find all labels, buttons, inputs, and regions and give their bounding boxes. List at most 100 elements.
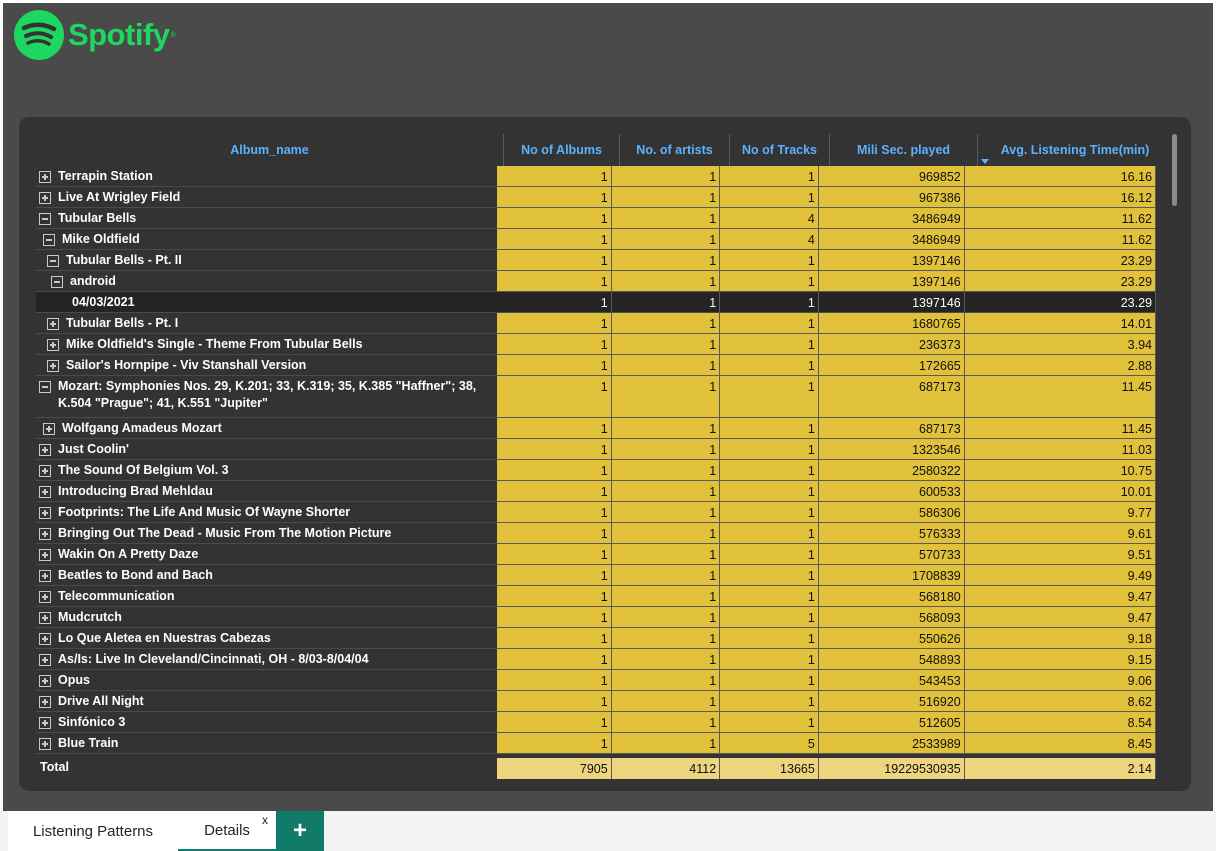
collapse-icon[interactable]	[47, 255, 59, 267]
expand-icon[interactable]	[39, 507, 51, 519]
sort-descending-icon[interactable]	[981, 159, 989, 164]
report-canvas: Spotify ® Album_name No of Albums No. of…	[3, 3, 1213, 811]
expand-icon[interactable]	[39, 654, 51, 666]
row-label-text: Mudcrutch	[58, 610, 122, 624]
ms-played-cell: 969852	[818, 166, 965, 187]
table-row[interactable]: The Sound Of Belgium Vol. 3 1 1 1 2580322 10.…	[36, 460, 1156, 481]
table-row[interactable]: Sailor's Hornpipe - Viv Stanshall Versio…	[36, 355, 1156, 376]
expand-icon[interactable]	[39, 738, 51, 750]
table-row[interactable]: As/Is: Live In Cleveland/Cincinnati, OH …	[36, 649, 1156, 670]
avg-listening-cell: 9.61	[964, 523, 1156, 544]
table-row[interactable]: Tubular Bells 1 1 4 3486949 11.62	[36, 208, 1156, 229]
tab-listening-patterns[interactable]: Listening Patterns	[8, 811, 178, 851]
table-row[interactable]: Beatles to Bond and Bach 1 1 1 1708839 9.49	[36, 565, 1156, 586]
table-row[interactable]: Wolfgang Amadeus Mozart 1 1 1 687173 11.45	[36, 418, 1156, 439]
avg-listening-cell: 9.06	[964, 670, 1156, 691]
collapse-icon[interactable]	[39, 213, 51, 225]
artists-cell: 1	[611, 691, 721, 712]
expand-icon[interactable]	[39, 633, 51, 645]
collapse-icon[interactable]	[51, 276, 63, 288]
table-row[interactable]: Opus 1 1 1 543453 9.06	[36, 670, 1156, 691]
albums-cell: 1	[497, 628, 612, 649]
expand-icon[interactable]	[39, 591, 51, 603]
table-row[interactable]: Sinfónico 3 1 1 1 512605 8.54	[36, 712, 1156, 733]
add-page-button[interactable]: +	[276, 811, 324, 851]
tracks-cell: 1	[720, 292, 819, 313]
ms-played-cell: 586306	[818, 502, 965, 523]
table-row[interactable]: Tubular Bells - Pt. II 1 1 1 1397146 23.29	[36, 250, 1156, 271]
expand-icon[interactable]	[39, 444, 51, 456]
table-row[interactable]: Live At Wrigley Field 1 1 1 967386 16.12	[36, 187, 1156, 208]
avg-listening-cell: 11.62	[964, 208, 1156, 229]
expand-icon[interactable]	[39, 171, 51, 183]
expand-icon[interactable]	[47, 318, 59, 330]
albums-cell: 1	[497, 481, 612, 502]
table-row[interactable]: Introducing Brad Mehldau 1 1 1 600533 10.01	[36, 481, 1156, 502]
table-row[interactable]: Drive All Night 1 1 1 516920 8.62	[36, 691, 1156, 712]
albums-cell: 1	[497, 250, 612, 271]
avg-listening-cell: 9.15	[964, 649, 1156, 670]
row-label: Bringing Out The Dead - Music From The M…	[36, 523, 498, 544]
table-row[interactable]: Mudcrutch 1 1 1 568093 9.47	[36, 607, 1156, 628]
table-row[interactable]: Terrapin Station 1 1 1 969852 16.16	[36, 166, 1156, 187]
table-row[interactable]: Mike Oldfield's Single - Theme From Tubu…	[36, 334, 1156, 355]
table-row[interactable]: Mozart: Symphonies Nos. 29, K.201; 33, K…	[36, 376, 1156, 418]
column-header-mili-sec-played[interactable]: Mili Sec. played	[830, 134, 977, 166]
table-row[interactable]: Just Coolin' 1 1 1 1323546 11.03	[36, 439, 1156, 460]
row-label: Live At Wrigley Field	[36, 187, 498, 208]
expand-icon[interactable]	[39, 696, 51, 708]
artists-cell: 1	[611, 355, 721, 376]
expand-icon[interactable]	[39, 570, 51, 582]
table-row[interactable]: android 1 1 1 1397146 23.29	[36, 271, 1156, 292]
page-tabs-bar: Listening Patterns Details x +	[0, 811, 1216, 851]
ms-played-cell: 236373	[818, 334, 965, 355]
tracks-cell: 1	[720, 628, 819, 649]
column-header-album-name[interactable]: Album_name	[36, 134, 503, 166]
expand-icon[interactable]	[39, 486, 51, 498]
collapse-icon[interactable]	[39, 381, 51, 393]
expand-icon[interactable]	[47, 339, 59, 351]
vertical-scrollbar[interactable]	[1172, 134, 1177, 774]
tracks-cell: 1	[720, 586, 819, 607]
tracks-cell: 1	[720, 649, 819, 670]
ms-played-cell: 570733	[818, 544, 965, 565]
expand-icon[interactable]	[47, 360, 59, 372]
scrollbar-thumb[interactable]	[1172, 134, 1177, 206]
close-icon[interactable]: x	[262, 813, 268, 827]
table-row[interactable]: Tubular Bells - Pt. I 1 1 1 1680765 14.01	[36, 313, 1156, 334]
table-row[interactable]: Bringing Out The Dead - Music From The M…	[36, 523, 1156, 544]
table-row[interactable]: 04/03/2021 1 1 1 1397146 23.29	[36, 292, 1156, 313]
expand-icon[interactable]	[39, 528, 51, 540]
artists-cell: 1	[611, 628, 721, 649]
albums-cell: 1	[497, 649, 612, 670]
expand-icon[interactable]	[43, 423, 55, 435]
collapse-icon[interactable]	[43, 234, 55, 246]
table-row[interactable]: Footprints: The Life And Music Of Wayne …	[36, 502, 1156, 523]
table-row[interactable]: Lo Que Aletea en Nuestras Cabezas 1 1 1 5506…	[36, 628, 1156, 649]
total-albums: 7905	[497, 758, 612, 779]
tab-details[interactable]: Details x	[178, 811, 276, 851]
table-row[interactable]: Wakin On A Pretty Daze 1 1 1 570733 9.51	[36, 544, 1156, 565]
expand-icon[interactable]	[39, 717, 51, 729]
avg-listening-cell: 10.01	[964, 481, 1156, 502]
table-row[interactable]: Blue Train 1 1 5 2533989 8.45	[36, 733, 1156, 754]
table-row[interactable]: Telecommunication 1 1 1 568180 9.47	[36, 586, 1156, 607]
column-header-avg-listening-time[interactable]: Avg. Listening Time(min)	[978, 134, 1172, 166]
column-header-no-of-albums[interactable]: No of Albums	[504, 134, 619, 166]
expand-icon[interactable]	[39, 549, 51, 561]
ms-played-cell: 687173	[818, 418, 965, 439]
column-header-no-of-tracks[interactable]: No of Tracks	[730, 134, 829, 166]
expand-icon[interactable]	[39, 465, 51, 477]
total-ms-played: 19229530935	[818, 758, 965, 779]
matrix-rows: Terrapin Station 1 1 1 969852 16.16 Live At Wr…	[36, 166, 1156, 758]
expand-icon[interactable]	[39, 192, 51, 204]
row-label: android	[36, 271, 498, 292]
tracks-cell: 1	[720, 481, 819, 502]
column-header-no-of-artists[interactable]: No. of artists	[620, 134, 729, 166]
matrix-visual[interactable]: Album_name No of Albums No. of artists N…	[19, 117, 1191, 791]
table-row[interactable]: Mike Oldfield 1 1 4 3486949 11.62	[36, 229, 1156, 250]
ms-played-cell: 3486949	[818, 229, 965, 250]
artists-cell: 1	[611, 229, 721, 250]
expand-icon[interactable]	[39, 675, 51, 687]
expand-icon[interactable]	[39, 612, 51, 624]
